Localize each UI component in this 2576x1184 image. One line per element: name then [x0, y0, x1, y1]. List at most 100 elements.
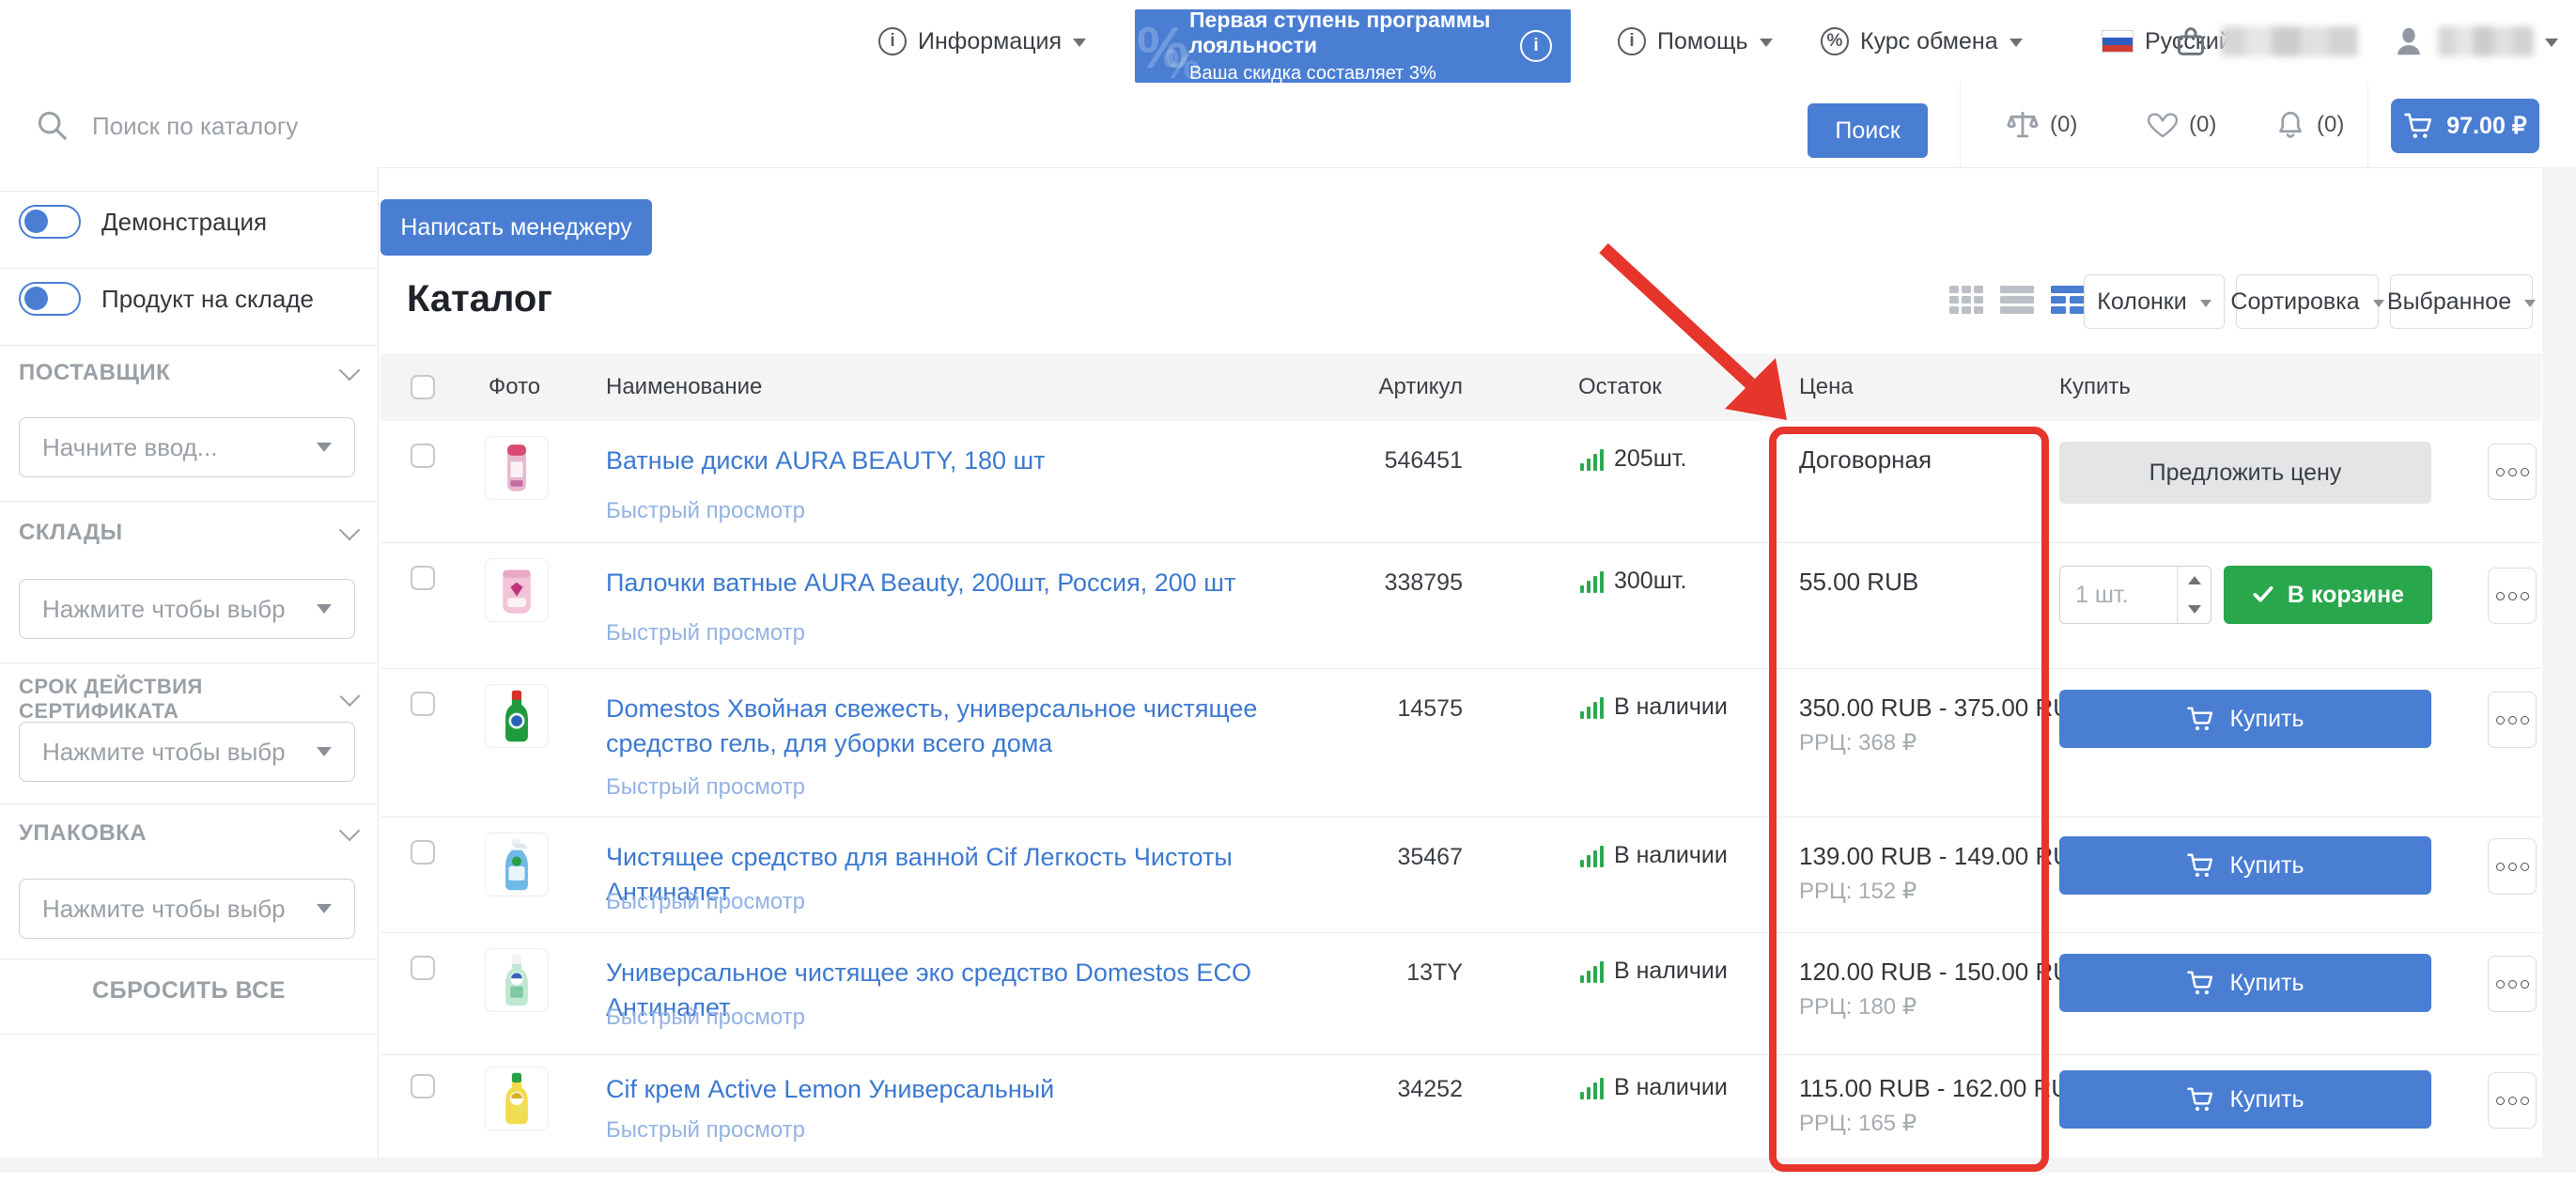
compare-button[interactable]: (0)	[2005, 83, 2077, 167]
sorting-button[interactable]: Сортировка	[2236, 274, 2379, 329]
buy-button-label: Купить	[2229, 970, 2304, 997]
price-range: 350.00 RUB - 375.00 RUB	[1799, 692, 2087, 724]
supplier-select[interactable]: Начните ввод...	[19, 417, 355, 477]
product-sku: 338795	[1315, 569, 1463, 597]
info-menu[interactable]: Информация	[878, 0, 1086, 83]
table-row: Domestos Хвойная свежесть, универсальное…	[380, 669, 2541, 818]
quick-view-link[interactable]: Быстрый просмотр	[606, 1005, 805, 1031]
more-actions-button[interactable]	[2488, 838, 2537, 895]
product-image[interactable]	[485, 684, 549, 748]
chevron-down-icon	[2524, 300, 2536, 307]
filter-title: СРОК ДЕЙСТВИЯ СЕРТИФИКАТА	[19, 675, 343, 724]
info-icon[interactable]	[1520, 30, 1552, 62]
grid-view-icon[interactable]	[1948, 283, 1985, 317]
loyalty-banner[interactable]: % % Первая ступень программы лояльности …	[1135, 9, 1571, 83]
cart-icon	[2186, 969, 2214, 997]
chevron-down-icon	[317, 443, 332, 452]
column-header-price: Цена	[1799, 374, 1854, 400]
write-manager-button[interactable]: Написать менеджеру	[380, 199, 652, 256]
quick-view-link[interactable]: Быстрый просмотр	[606, 1117, 805, 1144]
product-image[interactable]	[485, 558, 549, 622]
in-cart-button[interactable]: В корзине	[2224, 566, 2432, 624]
company-account[interactable]	[2172, 0, 2358, 83]
warehouses-select[interactable]: Нажмите чтобы выбр	[19, 579, 355, 639]
loyalty-title: Первая ступень программы лояльности	[1189, 9, 1520, 58]
search-button[interactable]: Поиск	[1808, 103, 1928, 158]
product-image[interactable]	[485, 833, 549, 896]
help-menu-label: Помощь	[1657, 28, 1748, 55]
cart-button[interactable]: 97.00 ₽	[2391, 99, 2539, 153]
buy-button[interactable]: Купить	[2059, 836, 2431, 895]
product-image[interactable]	[485, 436, 549, 500]
more-actions-button[interactable]	[2488, 444, 2537, 500]
product-image[interactable]	[485, 1067, 549, 1130]
filter-header-supplier[interactable]: ПОСТАВЩИК	[19, 360, 357, 386]
select-all-checkbox[interactable]	[411, 375, 435, 399]
exchange-rate-menu[interactable]: Курс обмена	[1821, 0, 2023, 83]
row-checkbox[interactable]	[411, 566, 435, 590]
product-name-link[interactable]: Ватные диски AURA BEAUTY, 180 шт	[606, 444, 1348, 478]
filter-header-certificate[interactable]: СРОК ДЕЙСТВИЯ СЕРТИФИКАТА	[19, 675, 357, 724]
reset-all-button[interactable]: СБРОСИТЬ ВСЕ	[0, 977, 378, 1005]
filter-header-warehouses[interactable]: СКЛАДЫ	[19, 520, 357, 546]
filter-header-packaging[interactable]: УПАКОВКА	[19, 820, 357, 847]
toggle-demonstration[interactable]: Демонстрация	[0, 205, 378, 239]
list-view-icon[interactable]	[1998, 283, 2036, 317]
selected-button[interactable]: Выбранное	[2390, 274, 2533, 329]
row-checkbox[interactable]	[411, 840, 435, 865]
quick-view-link[interactable]: Быстрый просмотр	[606, 889, 805, 915]
help-menu[interactable]: Помощь	[1618, 0, 1773, 83]
quantity-increase-button[interactable]	[2178, 567, 2211, 596]
divider	[2367, 83, 2368, 167]
compare-count: (0)	[2050, 112, 2077, 138]
more-actions-button[interactable]	[2488, 1072, 2537, 1129]
product-sku: 14575	[1315, 695, 1463, 723]
rrp-value: РРЦ: 152 ₽	[1799, 876, 2087, 908]
toggle-label: Продукт на складе	[101, 285, 314, 314]
buy-button[interactable]: Купить	[2059, 1070, 2431, 1129]
certificate-select[interactable]: Нажмите чтобы выбр	[19, 722, 355, 782]
more-actions-button[interactable]	[2488, 956, 2537, 1012]
row-checkbox[interactable]	[411, 956, 435, 980]
row-checkbox[interactable]	[411, 692, 435, 716]
toggle-switch-icon[interactable]	[19, 205, 81, 239]
divider	[1960, 83, 1961, 167]
info-icon	[878, 27, 907, 55]
buy-button[interactable]: Купить	[2059, 954, 2431, 1012]
more-actions-button[interactable]	[2488, 692, 2537, 748]
price-cell: 55.00 RUB	[1799, 566, 1918, 598]
stock-cell: В наличии	[1578, 842, 1728, 869]
product-name-link[interactable]: Палочки ватные AURA Beauty, 200шт, Росси…	[606, 566, 1348, 600]
stock-value: 205шт.	[1614, 445, 1686, 473]
columns-button[interactable]: Колонки	[2084, 274, 2225, 329]
more-actions-button[interactable]	[2488, 568, 2537, 624]
table-view-icon-active[interactable]	[2049, 283, 2087, 317]
favorites-button[interactable]: (0)	[2146, 83, 2216, 167]
quick-view-link[interactable]: Быстрый просмотр	[606, 774, 805, 801]
search-input[interactable]	[90, 101, 1127, 150]
row-checkbox[interactable]	[411, 1074, 435, 1098]
selected-label: Выбранное	[2387, 288, 2511, 316]
product-name-link[interactable]: Domestos Хвойная свежесть, универсальное…	[606, 692, 1348, 761]
quick-view-link[interactable]: Быстрый просмотр	[606, 498, 805, 524]
table-row: Cif крем Active Lemon Универсальный Быст…	[380, 1055, 2541, 1158]
packaging-select[interactable]: Нажмите чтобы выбр	[19, 879, 355, 939]
buy-button[interactable]: Купить	[2059, 690, 2431, 748]
offer-price-button[interactable]: Предложить цену	[2059, 442, 2431, 504]
chevron-down-icon	[317, 904, 332, 913]
quick-view-link[interactable]: Быстрый просмотр	[606, 620, 805, 647]
table-header: Фото Наименование Артикул Остаток Цена К…	[380, 353, 2541, 421]
chevron-down-icon	[2373, 300, 2384, 307]
user-account-menu[interactable]	[2391, 0, 2558, 83]
toggle-product-in-stock[interactable]: Продукт на складе	[0, 282, 378, 316]
cart-icon	[2186, 705, 2214, 733]
row-checkbox[interactable]	[411, 444, 435, 468]
notifications-button[interactable]: (0)	[2273, 83, 2344, 167]
product-name-link[interactable]: Cif крем Active Lemon Универсальный	[606, 1072, 1348, 1107]
quantity-decrease-button[interactable]	[2178, 596, 2211, 624]
toggle-switch-icon[interactable]	[19, 282, 81, 316]
product-image[interactable]	[485, 948, 549, 1012]
exchange-rate-label: Курс обмена	[1860, 28, 1998, 55]
column-header-sku: Артикул	[1315, 374, 1463, 400]
quantity-input[interactable]	[2060, 567, 2177, 623]
